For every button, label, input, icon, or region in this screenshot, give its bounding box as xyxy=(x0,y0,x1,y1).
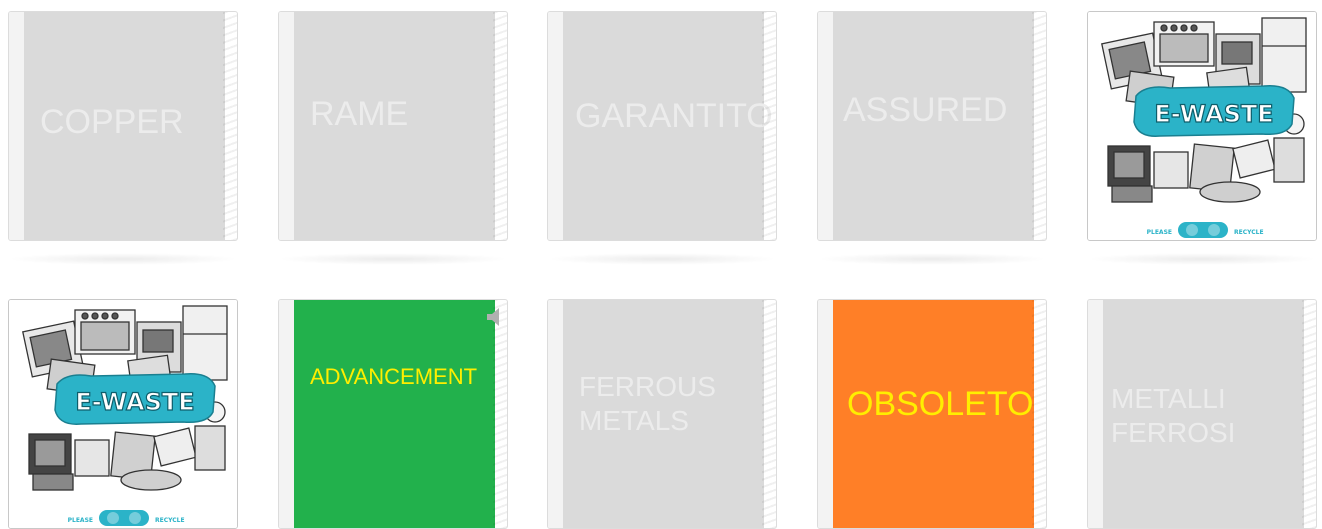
ewaste-picture: E-WASTE PLEASE RECYCLE xyxy=(9,300,237,528)
card-word-line1: METALLI xyxy=(1111,383,1226,414)
card-illustration-strip xyxy=(1032,300,1046,528)
card-obsoleto[interactable]: OBSOLETO xyxy=(817,299,1047,529)
card-face: COPPER xyxy=(24,12,225,240)
card-edge xyxy=(818,300,833,528)
card-edge xyxy=(1088,300,1103,528)
recycle-icon xyxy=(129,512,141,524)
card-copper[interactable]: COPPER xyxy=(8,11,238,241)
card-edge xyxy=(548,12,563,240)
card-face: GARANTITO xyxy=(563,12,773,240)
card-face: FERROUS METALS xyxy=(563,300,764,528)
card-ewaste-2[interactable]: E-WASTE PLEASE RECYCLE xyxy=(8,299,238,529)
card-illustration-strip xyxy=(1032,12,1046,240)
card-face: OBSOLETO xyxy=(833,300,1034,528)
card-shadow xyxy=(817,253,1047,265)
card-assured[interactable]: ASSURED xyxy=(817,11,1047,241)
card-shadow xyxy=(278,253,508,265)
speaker-icon[interactable] xyxy=(485,306,503,328)
card-word-line2: METALS xyxy=(579,405,689,436)
ewaste-illustration: E-WASTE PLEASE RECYCLE xyxy=(1101,17,1307,238)
card-illustration-strip xyxy=(493,12,507,240)
card-rame[interactable]: RAME xyxy=(278,11,508,241)
card-face: METALLI FERROSI xyxy=(1103,300,1304,528)
card-shadow xyxy=(1087,253,1317,265)
bin-icon xyxy=(107,512,119,524)
card-illustration-strip xyxy=(1302,300,1316,528)
recycle-label: RECYCLE xyxy=(155,517,185,524)
card-word: ASSURED xyxy=(843,91,1008,129)
card-word-line2: FERROSI xyxy=(1111,417,1236,448)
card-edge xyxy=(818,12,833,240)
card-word: ADVANCEMENT xyxy=(310,364,478,389)
ewaste-picture: E-WASTE PLEASE RECYCLE xyxy=(1088,12,1316,240)
card-ewaste-1[interactable]: E-WASTE PLEASE RECYCLE xyxy=(1087,11,1317,241)
card-word: OBSOLETO xyxy=(847,385,1034,423)
ewaste-banner: E-WASTE xyxy=(54,373,216,425)
ewaste-title: E-WASTE xyxy=(1154,100,1273,128)
card-illustration-strip xyxy=(762,300,776,528)
ewaste-banner: E-WASTE xyxy=(1133,85,1295,137)
card-advancement[interactable]: ADVANCEMENT xyxy=(278,299,508,529)
ewaste-title: E-WASTE xyxy=(75,388,194,416)
please-label: PLEASE xyxy=(1147,229,1172,236)
card-metalli-ferrosi[interactable]: METALLI FERROSI xyxy=(1087,299,1317,529)
card-word-line1: FERROUS xyxy=(579,371,716,402)
card-face: ADVANCEMENT xyxy=(294,300,495,528)
card-garantito[interactable]: GARANTITO xyxy=(547,11,777,241)
card-edge xyxy=(279,12,294,240)
card-face: RAME xyxy=(294,12,495,240)
card-illustration-strip xyxy=(223,12,237,240)
recycle-label: RECYCLE xyxy=(1234,229,1264,236)
card-illustration-strip xyxy=(762,12,776,240)
card-word: COPPER xyxy=(40,103,184,141)
card-illustration-strip xyxy=(493,300,507,528)
card-ferrous-metals[interactable]: FERROUS METALS xyxy=(547,299,777,529)
card-shadow xyxy=(547,253,777,265)
card-shadow xyxy=(8,253,238,265)
recycle-badge: PLEASE RECYCLE xyxy=(1147,222,1264,238)
card-edge xyxy=(279,300,294,528)
card-edge xyxy=(9,12,24,240)
memory-game-board: COPPER RAME GARANTITO ASSURED E-WASTE PL… xyxy=(0,0,1322,529)
please-label: PLEASE xyxy=(68,517,93,524)
card-word: RAME xyxy=(310,95,409,133)
card-word: GARANTITO xyxy=(575,97,773,135)
bin-icon xyxy=(1186,224,1198,236)
recycle-badge: PLEASE RECYCLE xyxy=(68,510,185,526)
recycle-icon xyxy=(1208,224,1220,236)
card-face: ASSURED xyxy=(833,12,1034,240)
ewaste-illustration: E-WASTE PLEASE RECYCLE xyxy=(22,305,228,526)
card-edge xyxy=(548,300,563,528)
